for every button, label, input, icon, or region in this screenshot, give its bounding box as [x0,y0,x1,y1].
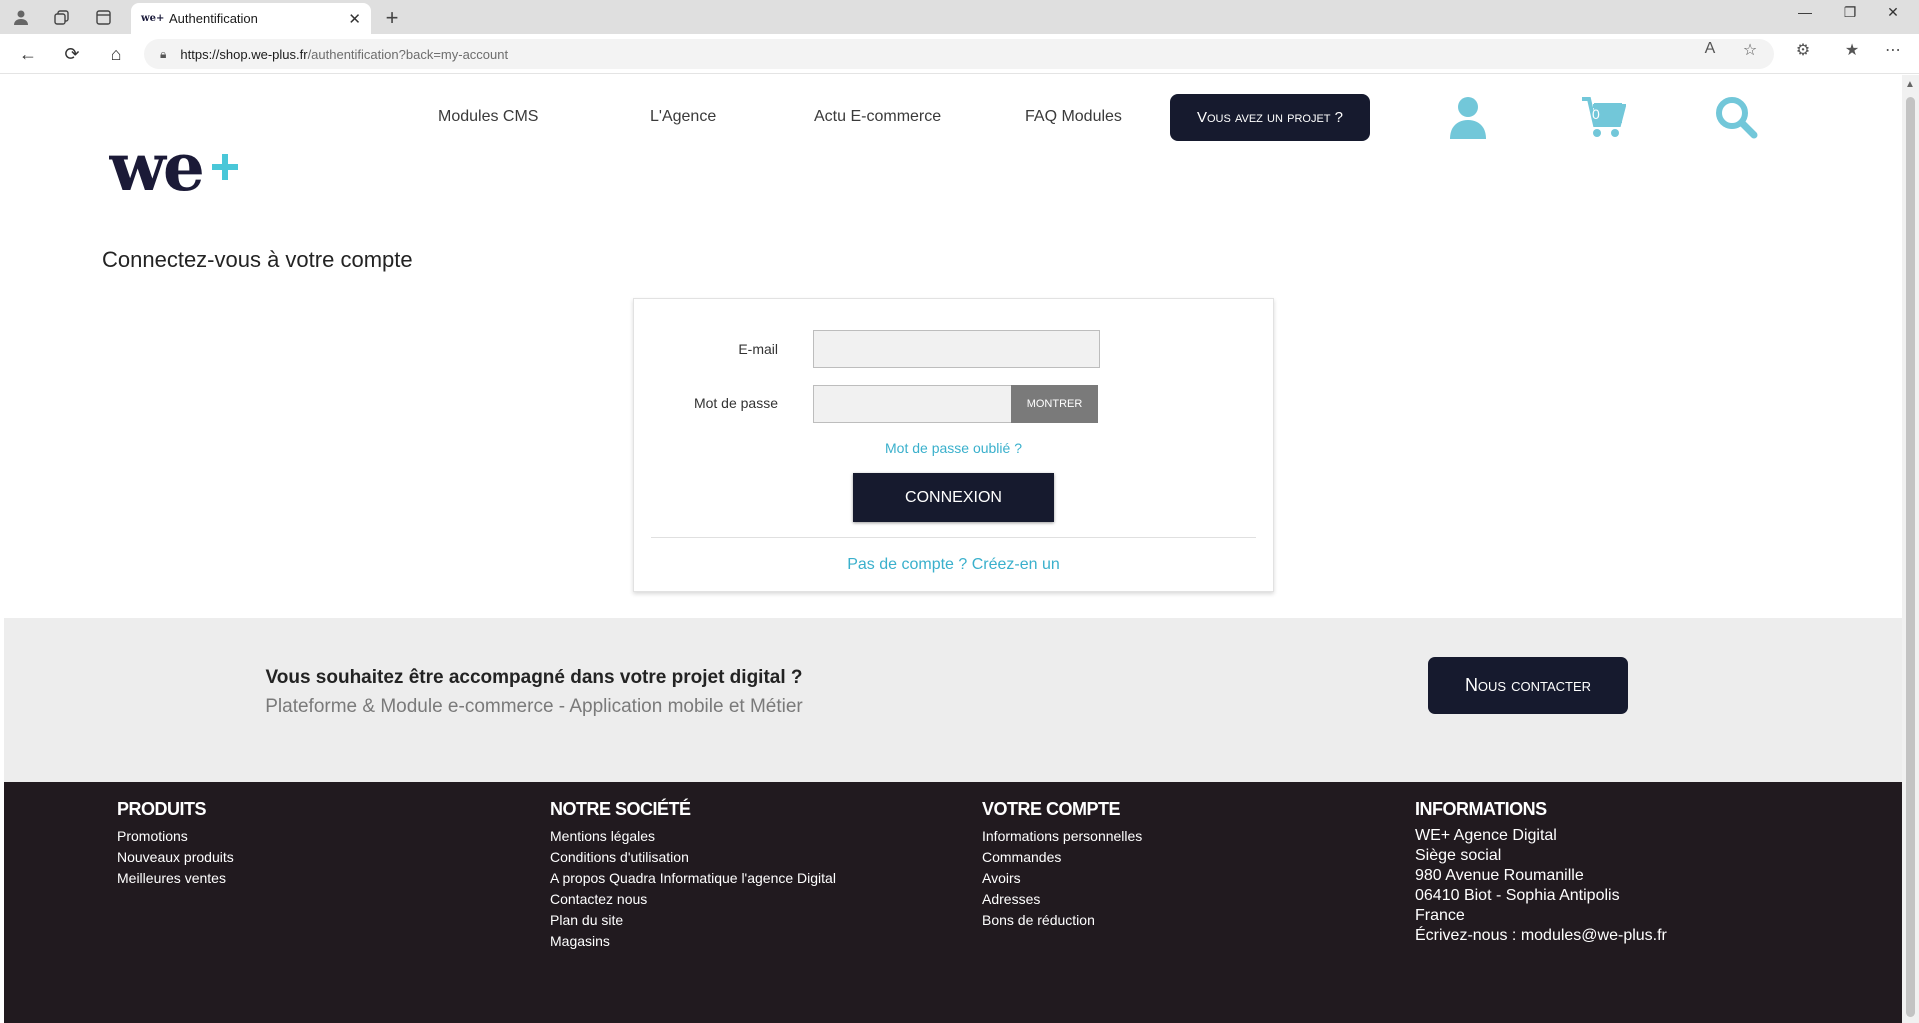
footer-link[interactable]: Nouveaux produits [117,847,234,868]
footer-heading: NOTRE SOCIÉTÉ [550,799,691,819]
footer-link[interactable]: Meilleures ventes [117,868,234,889]
site-logo[interactable]: we [108,128,259,206]
create-account-link[interactable]: Pas de compte ? Créez-en un [634,556,1273,574]
form-divider [651,537,1256,538]
page-viewport: we Modules CMS L'Agence Actu E-commerce … [4,75,1902,1023]
footer-link[interactable]: A propos Quadra Informatique l'agence Di… [550,868,836,889]
favorite-star-icon[interactable]: ☆ [1737,40,1763,60]
read-aloud-icon[interactable]: A [1697,40,1723,58]
footer-col-compte: VOTRE COMPTE Informations personnelles C… [982,799,1142,931]
footer-link[interactable]: Contactez nous [550,889,836,910]
close-window-icon[interactable]: ✕ [1873,4,1913,21]
url-text: https://shop.we-plus.fr/authentification… [180,46,509,62]
project-button[interactable]: Vous avez un projet ? [1170,94,1370,141]
page-scrollbar[interactable]: ▲ [1902,75,1919,1023]
footer-link[interactable]: Promotions [117,826,234,847]
footer-info-line: Siège social [1415,847,1502,864]
tab-title: Authentification [169,11,258,26]
footer-heading: INFORMATIONS [1415,799,1547,819]
footer-link[interactable]: Bons de réduction [982,910,1142,931]
menu-item-agence[interactable]: L'Agence [650,108,716,126]
footer-col-informations: INFORMATIONS WE+ Agence Digital Siège so… [1415,799,1667,946]
footer-link[interactable]: Conditions d'utilisation [550,847,836,868]
extensions-icon[interactable]: ⚙ [1790,40,1816,60]
menu-item-faq-modules[interactable]: FAQ Modules [1025,108,1122,126]
footer-link[interactable]: Adresses [982,889,1142,910]
footer-info-line: France [1415,907,1465,924]
footer-heading: VOTRE COMPTE [982,799,1121,819]
footer-info-line: 06410 Biot - Sophia Antipolis [1415,887,1620,904]
close-tab-icon[interactable]: ✕ [348,10,361,28]
workspaces-icon[interactable] [48,6,74,28]
back-icon[interactable]: ← [15,42,41,66]
footer-email-line[interactable]: Écrivez-nous : modules@we-plus.fr [1415,926,1667,946]
cart-icon[interactable] [1580,95,1627,144]
profile-icon[interactable] [8,6,34,28]
footer-link[interactable]: Informations personnelles [982,826,1142,847]
browser-nav-bar: ← ⟳ ⌂ 🔒︎ https://shop.we-plus.fr/authent… [0,34,1919,74]
site-footer: PRODUITS Promotions Nouveaux produits Me… [4,782,1902,1023]
menu-item-actu-ecommerce[interactable]: Actu E-commerce [814,108,941,126]
footer-link[interactable]: Avoirs [982,868,1142,889]
password-field[interactable] [813,385,1013,423]
login-button[interactable]: CONNEXION [853,473,1054,522]
contact-button[interactable]: Nous contacter [1428,657,1628,714]
we-plus-logo-icon: we [108,128,238,206]
minimize-icon[interactable]: — [1785,4,1825,20]
email-label: E-mail [738,341,778,357]
footer-link[interactable]: Magasins [550,931,836,952]
scrollbar-thumb[interactable] [1906,97,1915,1017]
account-icon[interactable] [1448,95,1488,144]
show-password-button[interactable]: MONTRER [1011,385,1098,423]
more-menu-icon[interactable]: ⋯ [1880,40,1906,60]
site-favicon-icon: we+ [141,13,165,24]
cart-count-badge: 0 [1592,106,1600,122]
footer-heading: PRODUITS [117,799,207,819]
reload-icon[interactable]: ⟳ [59,42,85,66]
footer-link[interactable]: Commandes [982,847,1142,868]
footer-info-line: 980 Avenue Roumanille [1415,867,1584,884]
footer-col-societe: NOTRE SOCIÉTÉ Mentions légales Condition… [550,799,836,952]
home-icon[interactable]: ⌂ [103,42,129,66]
forgot-password-link[interactable]: Mot de passe oublié ? [634,440,1273,456]
favorites-icon[interactable]: ★ [1839,40,1865,60]
footer-info-line: WE+ Agence Digital [1415,827,1557,844]
footer-col-produits: PRODUITS Promotions Nouveaux produits Me… [117,799,234,889]
svg-text:we: we [109,130,202,200]
browser-tab-bar: we+ Authentification ✕ + — ❐ ✕ [0,0,1919,34]
new-tab-icon[interactable]: + [380,5,404,31]
cta-subtitle: Plateforme & Module e-commerce - Applica… [265,696,803,717]
lock-icon: 🔒︎ [160,46,167,61]
login-form: E-mail Mot de passe MONTRER Mot de passe… [633,298,1274,592]
email-field[interactable] [813,330,1100,368]
restore-icon[interactable]: ❐ [1830,4,1870,21]
footer-link[interactable]: Mentions légales [550,826,836,847]
scroll-up-icon[interactable]: ▲ [1905,79,1915,90]
address-bar[interactable]: 🔒︎ https://shop.we-plus.fr/authentificat… [144,39,1774,69]
cta-title: Vous souhaitez être accompagné dans votr… [265,667,803,688]
tab-actions-icon[interactable] [90,6,116,28]
active-tab[interactable]: we+ Authentification ✕ [131,3,371,34]
footer-link[interactable]: Plan du site [550,910,836,931]
password-label: Mot de passe [693,395,778,411]
page-title: Connectez-vous à votre compte [102,247,413,272]
cta-banner: Vous souhaitez être accompagné dans votr… [4,618,1902,783]
menu-item-modules-cms[interactable]: Modules CMS [438,108,538,126]
search-icon[interactable] [1714,95,1758,144]
